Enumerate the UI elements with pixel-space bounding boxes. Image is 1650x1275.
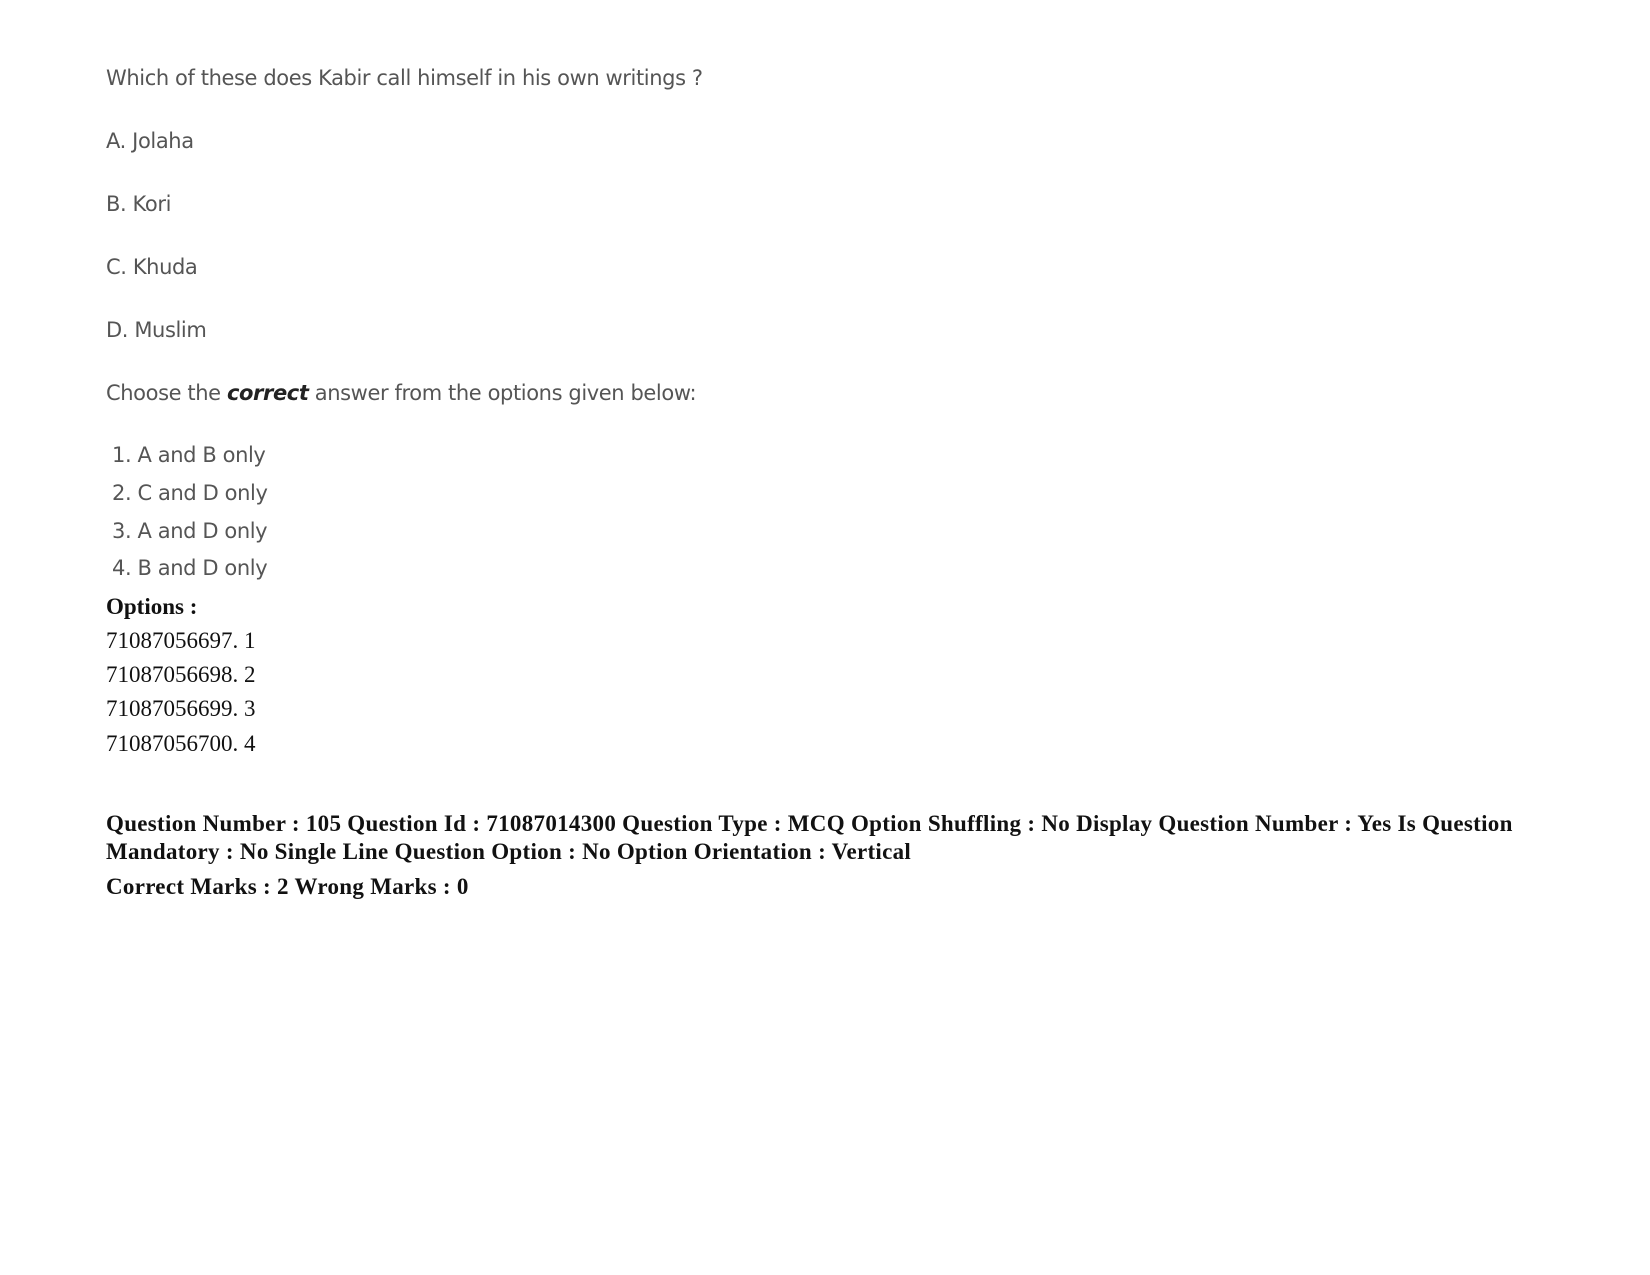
question-text: Which of these does Kabir call himself i… [106, 66, 703, 90]
instruction-suffix: answer from the options given below: [308, 381, 697, 405]
statement-a: A. Jolaha [106, 129, 194, 153]
statement-c: C. Khuda [106, 255, 198, 279]
option-id-2: 71087056698. 2 [106, 662, 256, 687]
choice-3: 3. A and D only [112, 519, 268, 543]
question-metadata: Question Number : 105 Question Id : 7108… [106, 811, 1513, 864]
choice-1: 1. A and B only [112, 443, 266, 467]
question-marks: Correct Marks : 2 Wrong Marks : 0 [106, 874, 469, 899]
statement-b: B. Kori [106, 192, 171, 216]
options-label: Options : [106, 594, 198, 619]
instruction-emphasis: correct [226, 381, 309, 405]
instruction-prefix: Choose the [106, 381, 227, 405]
choice-2: 2. C and D only [112, 481, 268, 505]
statement-d: D. Muslim [106, 318, 207, 342]
choice-4: 4. B and D only [112, 556, 268, 580]
option-id-4: 71087056700. 4 [106, 731, 256, 756]
instruction-text: Choose the correct answer from the optio… [106, 381, 697, 405]
option-id-1: 71087056697. 1 [106, 628, 256, 653]
option-id-3: 71087056699. 3 [106, 696, 256, 721]
